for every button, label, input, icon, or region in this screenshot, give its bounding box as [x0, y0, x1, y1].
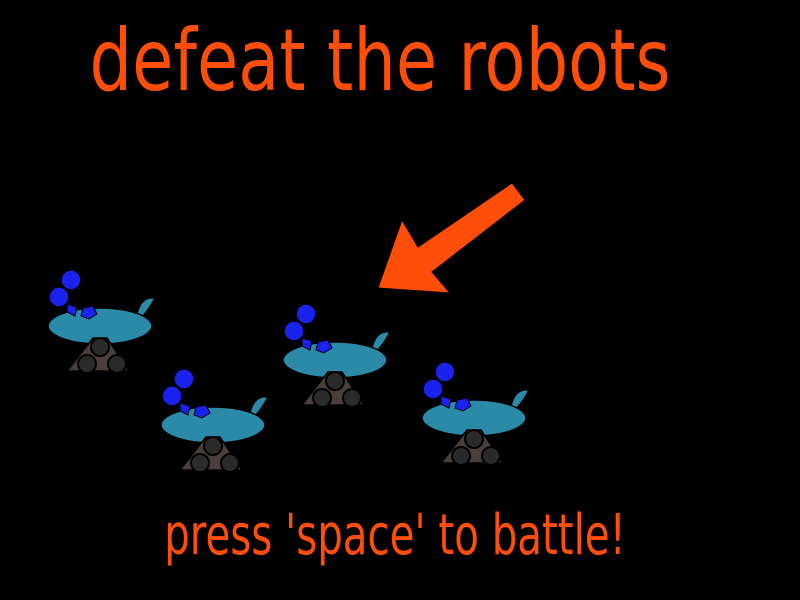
game-screen[interactable]: defeat the robots press 'space' to battl… [0, 0, 800, 600]
start-prompt: press 'space' to battle! [164, 503, 626, 568]
robot-enemy-icon [160, 368, 268, 473]
screen-title: defeat the robots [89, 11, 671, 111]
robot-enemy-icon [282, 303, 390, 408]
robot-enemy-icon [47, 269, 155, 374]
arrow-down-left-icon [377, 182, 526, 294]
robot-enemy-icon [421, 361, 529, 466]
